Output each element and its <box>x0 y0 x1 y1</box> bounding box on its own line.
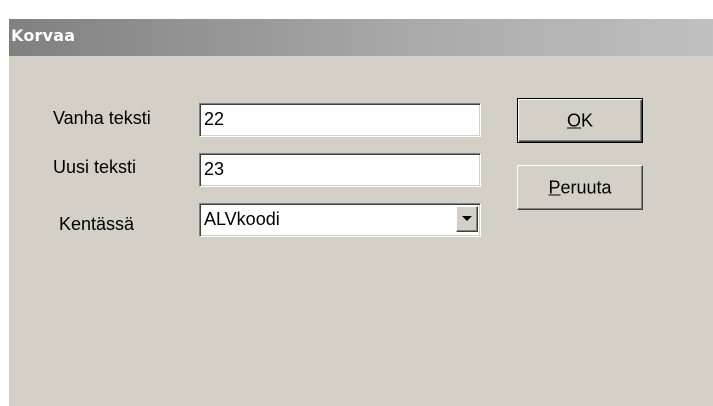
dropdown-button[interactable] <box>456 206 478 232</box>
field-select-value: ALVkoodi <box>204 209 280 229</box>
ok-label-rest: K <box>581 110 594 130</box>
chevron-down-icon <box>462 216 472 221</box>
cancel-mnemonic: P <box>548 177 561 197</box>
ok-button-label: OK <box>518 110 642 131</box>
old-text-label: Vanha teksti <box>53 108 151 128</box>
cancel-button-label: Peruuta <box>518 177 642 198</box>
new-text-value: 23 <box>204 159 225 179</box>
field-label: Kentässä <box>59 214 135 234</box>
new-text-input[interactable]: 23 <box>199 153 481 187</box>
new-text-label: Uusi teksti <box>53 157 137 177</box>
title-bar[interactable]: Korvaa <box>9 19 713 56</box>
ok-mnemonic: O <box>566 110 581 130</box>
old-text-input[interactable]: 22 <box>199 103 481 137</box>
cancel-button[interactable]: Peruuta <box>517 165 643 210</box>
old-text-value: 22 <box>204 109 225 129</box>
ok-button[interactable]: OK <box>517 98 643 143</box>
field-select[interactable]: ALVkoodi <box>199 203 481 237</box>
replace-dialog: Korvaa Vanha teksti 22 Uusi teksti 23 Ke… <box>8 18 713 406</box>
dialog-title: Korvaa <box>11 26 76 45</box>
cancel-label-rest: eruuta <box>560 177 612 197</box>
